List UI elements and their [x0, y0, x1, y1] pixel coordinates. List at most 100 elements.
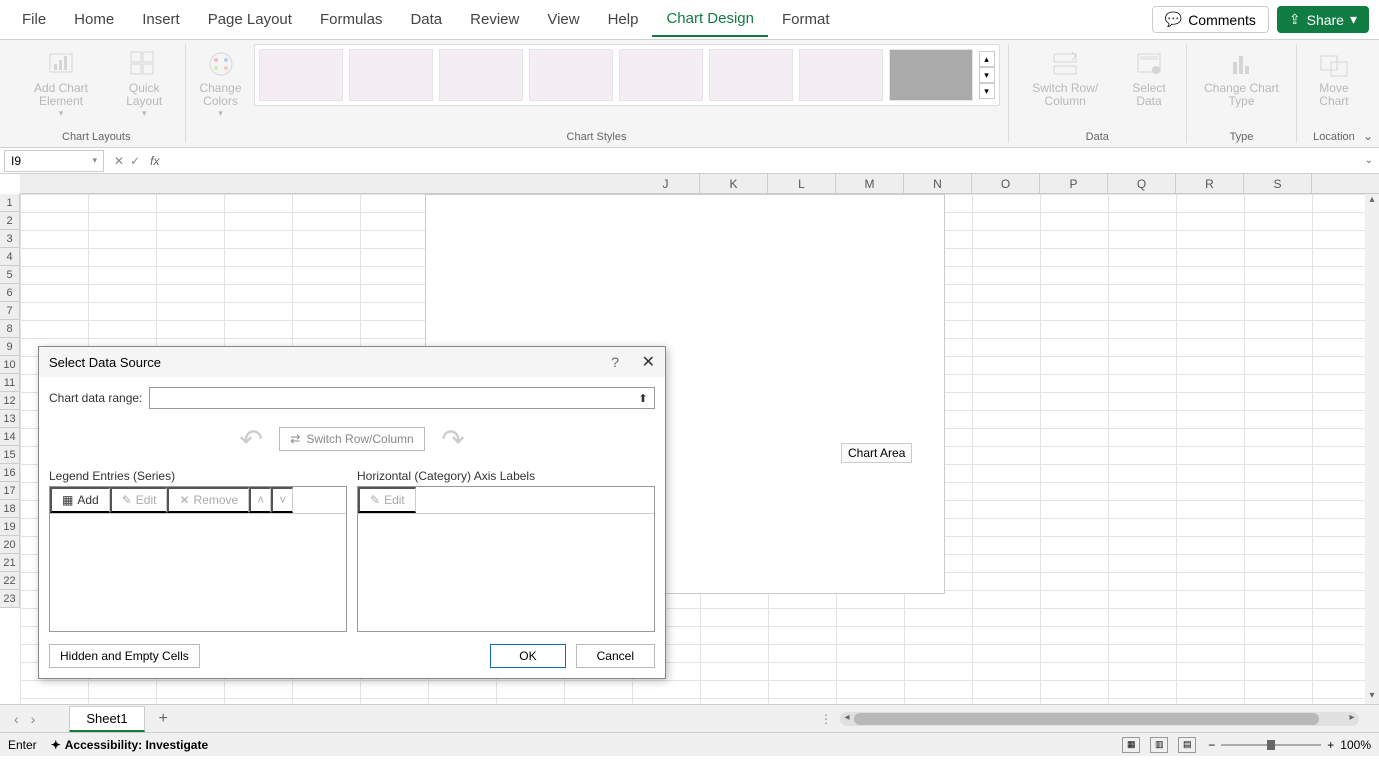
row-header-15[interactable]: 15 [0, 446, 20, 464]
col-header-N[interactable]: N [904, 174, 972, 193]
dialog-help-button[interactable]: ? [611, 354, 619, 370]
legend-remove-button[interactable]: ✕Remove [167, 487, 249, 513]
scroll-right-icon[interactable]: ▸ [1345, 712, 1359, 723]
row-header-14[interactable]: 14 [0, 428, 20, 446]
quick-layout-button[interactable]: Quick Layout ▾ [112, 44, 177, 123]
col-header-Q[interactable]: Q [1108, 174, 1176, 193]
axis-edit-button[interactable]: ✎Edit [358, 487, 416, 513]
sheet-nav-next[interactable]: › [25, 711, 42, 727]
row-header-21[interactable]: 21 [0, 554, 20, 572]
expand-formula-bar-button[interactable]: ⌄ [1365, 155, 1373, 166]
name-box[interactable]: I9 ▾ [4, 150, 104, 172]
tab-page-layout[interactable]: Page Layout [194, 3, 306, 36]
sheet-tab-active[interactable]: Sheet1 [69, 706, 144, 732]
col-header-J[interactable]: J [632, 174, 700, 193]
sheet-nav-prev[interactable]: ‹ [8, 711, 25, 727]
tab-file[interactable]: File [8, 3, 60, 36]
tab-format[interactable]: Format [768, 3, 844, 36]
fx-icon[interactable]: fx [150, 154, 159, 168]
chart-style-3[interactable] [439, 49, 523, 101]
tab-view[interactable]: View [533, 3, 593, 36]
chart-style-6[interactable] [709, 49, 793, 101]
row-header-10[interactable]: 10 [0, 356, 20, 374]
vertical-scrollbar[interactable]: ▴ ▾ [1365, 194, 1379, 704]
accessibility-status[interactable]: ✦ Accessibility: Investigate [51, 738, 208, 752]
dialog-close-button[interactable]: ✕ [642, 352, 655, 372]
row-header-19[interactable]: 19 [0, 518, 20, 536]
row-header-6[interactable]: 6 [0, 284, 20, 302]
cancel-button[interactable]: Cancel [576, 644, 655, 668]
chart-style-4[interactable] [529, 49, 613, 101]
tab-help[interactable]: Help [594, 3, 653, 36]
formula-input[interactable] [165, 150, 1379, 172]
ok-button[interactable]: OK [490, 644, 565, 668]
sheet-options-icon[interactable]: ⋮ [820, 712, 832, 726]
row-header-16[interactable]: 16 [0, 464, 20, 482]
col-header-O[interactable]: O [972, 174, 1040, 193]
scroll-down-icon[interactable]: ▾ [1365, 690, 1379, 704]
row-header-18[interactable]: 18 [0, 500, 20, 518]
col-header-M[interactable]: M [836, 174, 904, 193]
chart-data-range-input[interactable] [150, 388, 632, 408]
add-chart-element-button[interactable]: Add Chart Element ▾ [16, 44, 106, 123]
row-header-17[interactable]: 17 [0, 482, 20, 500]
collapse-dialog-button[interactable]: ⬆ [632, 388, 654, 408]
scroll-left-icon[interactable]: ◂ [840, 712, 854, 723]
tab-review[interactable]: Review [456, 3, 533, 36]
horizontal-scrollbar[interactable]: ◂ ▸ [840, 712, 1359, 726]
zoom-level[interactable]: 100% [1340, 738, 1371, 752]
chart-style-2[interactable] [349, 49, 433, 101]
row-header-3[interactable]: 3 [0, 230, 20, 248]
axis-labels-list[interactable]: ✎Edit [357, 486, 655, 632]
tab-data[interactable]: Data [396, 3, 456, 36]
zoom-slider[interactable] [1221, 744, 1321, 746]
chart-style-8[interactable] [889, 49, 973, 101]
tab-insert[interactable]: Insert [128, 3, 194, 36]
chart-data-range-field[interactable]: ⬆ [149, 387, 655, 409]
row-header-2[interactable]: 2 [0, 212, 20, 230]
legend-add-button[interactable]: ▦Add [50, 487, 110, 513]
tab-formulas[interactable]: Formulas [306, 3, 397, 36]
col-header-S[interactable]: S [1244, 174, 1312, 193]
row-header-22[interactable]: 22 [0, 572, 20, 590]
share-button[interactable]: ⇪ Share ▾ [1277, 6, 1369, 33]
row-header-11[interactable]: 11 [0, 374, 20, 392]
scroll-up-icon[interactable]: ▴ [1365, 194, 1379, 208]
switch-row-column-button[interactable]: Switch Row/ Column [1017, 44, 1114, 112]
chart-style-7[interactable] [799, 49, 883, 101]
chart-style-1[interactable] [259, 49, 343, 101]
normal-view-button[interactable]: ▦ [1122, 737, 1140, 753]
hidden-empty-cells-button[interactable]: Hidden and Empty Cells [49, 644, 200, 668]
legend-move-up-button[interactable]: ˄ [249, 487, 271, 513]
legend-entries-list[interactable]: ▦Add ✎Edit ✕Remove ˄ ˅ [49, 486, 347, 632]
switch-row-column-dialog-button[interactable]: ⇄ Switch Row/Column [279, 427, 424, 451]
gallery-up-button[interactable]: ▴ [979, 51, 995, 67]
gallery-more-button[interactable]: ▾ [979, 83, 995, 99]
add-sheet-button[interactable]: + [159, 710, 168, 728]
collapse-ribbon-button[interactable]: ⌄ [1363, 129, 1373, 143]
scroll-thumb[interactable] [854, 713, 1319, 725]
row-header-8[interactable]: 8 [0, 320, 20, 338]
move-chart-button[interactable]: Move Chart [1305, 44, 1363, 112]
enter-formula-icon[interactable]: ✓ [130, 154, 140, 168]
row-header-5[interactable]: 5 [0, 266, 20, 284]
row-header-20[interactable]: 20 [0, 536, 20, 554]
row-header-9[interactable]: 9 [0, 338, 20, 356]
cancel-formula-icon[interactable]: ✕ [114, 154, 124, 168]
row-header-1[interactable]: 1 [0, 194, 20, 212]
row-header-12[interactable]: 12 [0, 392, 20, 410]
legend-edit-button[interactable]: ✎Edit [110, 487, 168, 513]
row-header-13[interactable]: 13 [0, 410, 20, 428]
page-layout-view-button[interactable]: ▥ [1150, 737, 1168, 753]
col-header-P[interactable]: P [1040, 174, 1108, 193]
zoom-in-button[interactable]: + [1327, 738, 1334, 752]
change-colors-button[interactable]: Change Colors ▾ [194, 44, 248, 123]
select-data-button[interactable]: Select Data [1120, 44, 1178, 112]
tab-home[interactable]: Home [60, 3, 128, 36]
row-header-23[interactable]: 23 [0, 590, 20, 608]
gallery-down-button[interactable]: ▾ [979, 67, 995, 83]
tab-chart-design[interactable]: Chart Design [652, 2, 768, 37]
change-chart-type-button[interactable]: Change Chart Type [1195, 44, 1288, 112]
row-header-4[interactable]: 4 [0, 248, 20, 266]
zoom-out-button[interactable]: − [1208, 738, 1215, 752]
